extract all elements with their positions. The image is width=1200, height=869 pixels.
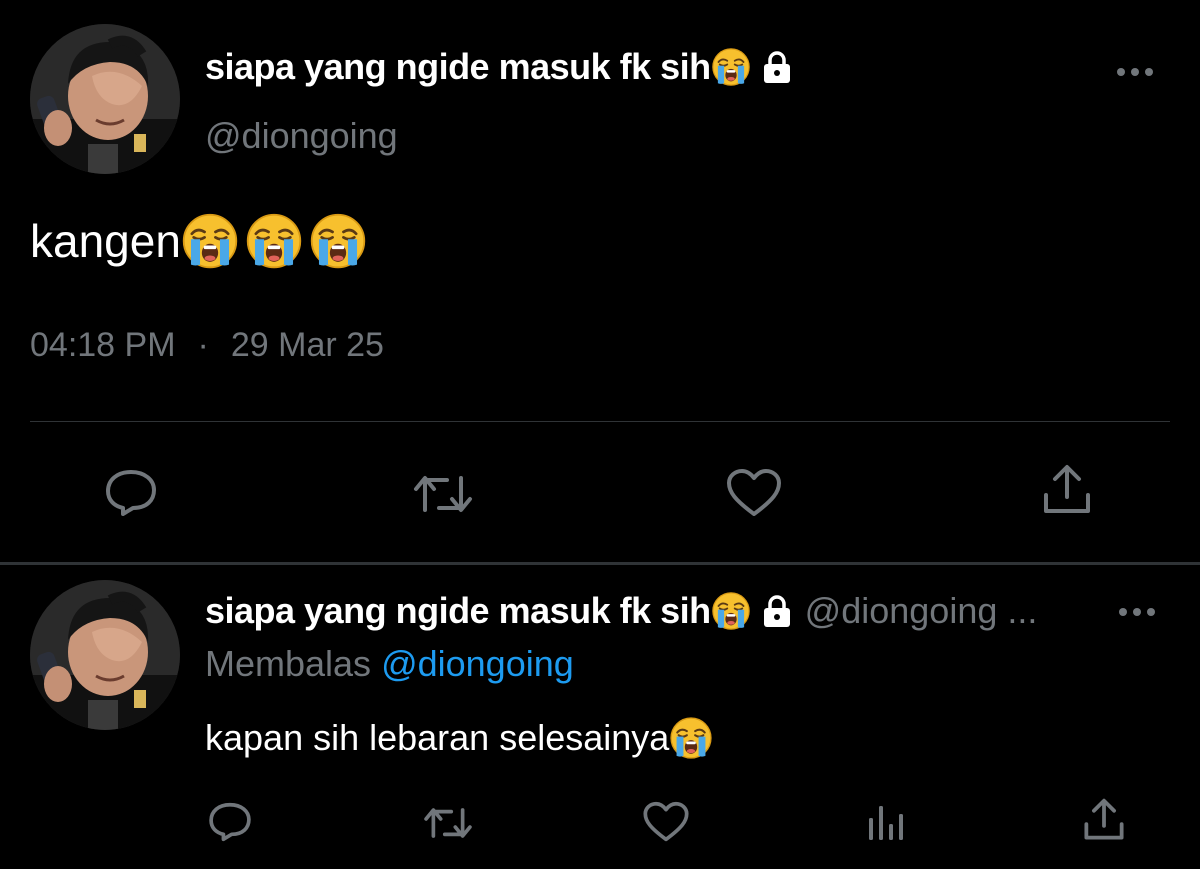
- replying-label: Membalas: [205, 643, 372, 684]
- reply-text: kapan sih lebaran selesainya: [205, 716, 713, 760]
- tweet-separator: [0, 562, 1200, 565]
- replying-to: Membalas @diongoing: [205, 643, 574, 685]
- loudly-crying-face-emoji-icon: [669, 716, 713, 760]
- tweet-time[interactable]: 04:18 PM: [30, 326, 176, 365]
- mention-link[interactable]: @diongoing: [381, 643, 574, 684]
- avatar[interactable]: [30, 580, 180, 730]
- meta-separator: ·: [197, 326, 209, 364]
- lock-icon: [763, 595, 790, 627]
- avatar[interactable]: [30, 24, 180, 174]
- tweet-text: kangen: [30, 212, 367, 270]
- user-handle[interactable]: @diongoing: [205, 115, 398, 157]
- display-name[interactable]: siapa yang ngide masuk fk sih: [205, 46, 793, 88]
- share-icon[interactable]: [1042, 463, 1092, 517]
- share-icon[interactable]: [1083, 797, 1125, 843]
- loudly-crying-face-emoji-icon: [245, 212, 303, 270]
- views-icon[interactable]: [866, 802, 906, 842]
- reply-header[interactable]: siapa yang ngide masuk fk sih @diongoing…: [205, 590, 1037, 632]
- user-handle[interactable]: @diongoing ...: [805, 590, 1038, 632]
- reply-icon[interactable]: [207, 801, 253, 843]
- tweet-meta: 04:18 PM · 29 Mar 25: [30, 326, 384, 365]
- divider: [30, 421, 1170, 422]
- more-options-icon[interactable]: [1115, 64, 1155, 85]
- tweet-text-content: kangen: [30, 215, 181, 267]
- reply-icon[interactable]: [103, 468, 159, 518]
- lock-icon: [763, 51, 790, 83]
- more-options-icon[interactable]: [1117, 604, 1157, 625]
- like-icon[interactable]: [725, 468, 783, 518]
- display-name-text: siapa yang ngide masuk fk sih: [205, 46, 711, 87]
- display-name-text: siapa yang ngide masuk fk sih: [205, 590, 711, 631]
- like-icon[interactable]: [642, 801, 690, 843]
- loudly-crying-face-emoji-icon: [711, 591, 751, 631]
- loudly-crying-face-emoji-icon: [711, 47, 751, 87]
- retweet-icon[interactable]: [411, 470, 475, 518]
- avatar-image: [30, 24, 180, 174]
- loudly-crying-face-emoji-icon: [309, 212, 367, 270]
- reply-text-content: kapan sih lebaran selesainya: [205, 717, 670, 758]
- loudly-crying-face-emoji-icon: [181, 212, 239, 270]
- avatar-image: [30, 580, 180, 730]
- retweet-icon[interactable]: [422, 803, 474, 843]
- tweet-date[interactable]: 29 Mar 25: [231, 326, 384, 365]
